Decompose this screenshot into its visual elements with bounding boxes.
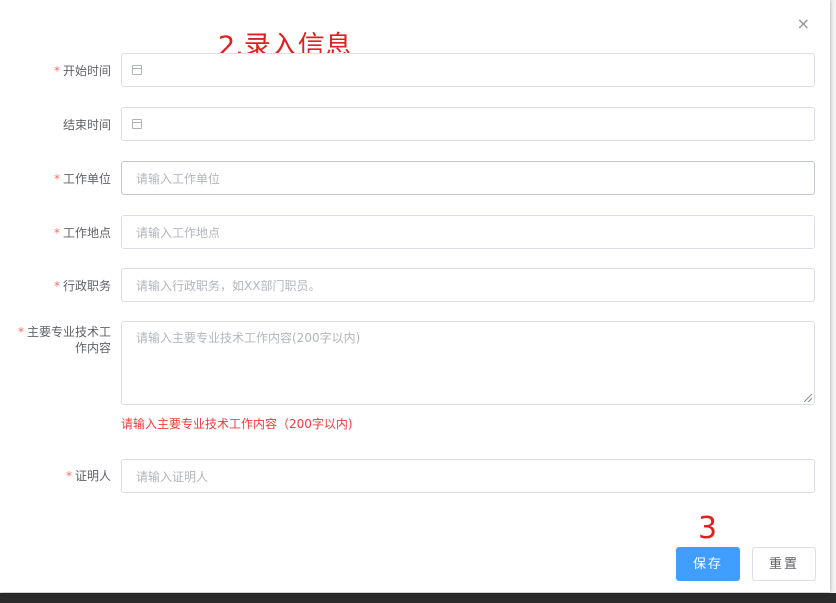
end-time-label: 结束时间 bbox=[62, 118, 111, 132]
work-experience-dialog: × 2.录入信息 * 开始时间 结束时间 * 工作单位 请输入工作单位 * 工作地点 … bbox=[0, 0, 830, 592]
save-button[interactable]: 保存 bbox=[676, 547, 740, 581]
background-content bbox=[0, 593, 836, 603]
calendar-icon bbox=[132, 65, 142, 75]
work-unit-input[interactable]: 请输入工作单位 bbox=[121, 161, 815, 195]
work-location-input[interactable]: 请输入工作地点 bbox=[121, 215, 815, 249]
close-icon[interactable]: × bbox=[797, 16, 810, 32]
witness-placeholder: 请输入证明人 bbox=[136, 470, 209, 484]
main-work-textarea[interactable]: 请输入主要专业技术工作内容(200字以内) bbox=[121, 321, 815, 405]
end-time-picker[interactable] bbox=[121, 107, 815, 141]
work-unit-placeholder: 请输入工作单位 bbox=[136, 172, 221, 186]
witness-input[interactable]: 请输入证明人 bbox=[121, 459, 815, 493]
annotation-step-3: 3 bbox=[698, 511, 718, 546]
calendar-icon bbox=[132, 119, 142, 129]
work-location-placeholder: 请输入工作地点 bbox=[136, 226, 221, 240]
work-location-label: * 工作地点 bbox=[53, 226, 111, 240]
reset-button[interactable]: 重置 bbox=[752, 547, 816, 581]
admin-position-placeholder: 请输入行政职务，如XX部门职员。 bbox=[136, 279, 321, 293]
work-unit-label: * 工作单位 bbox=[53, 172, 111, 186]
witness-label: * 证明人 bbox=[65, 469, 111, 483]
main-work-placeholder: 请输入主要专业技术工作内容(200字以内) bbox=[136, 331, 361, 345]
main-work-label: * 主要专业技术工作内容 bbox=[17, 325, 111, 355]
start-time-picker[interactable] bbox=[121, 53, 815, 87]
main-work-error: 请输入主要专业技术工作内容（200字以内) bbox=[121, 417, 353, 431]
admin-position-input[interactable]: 请输入行政职务，如XX部门职员。 bbox=[121, 268, 815, 302]
resize-grip-icon[interactable] bbox=[804, 394, 812, 402]
start-time-label: * 开始时间 bbox=[53, 64, 111, 78]
admin-position-label: * 行政职务 bbox=[53, 279, 111, 293]
